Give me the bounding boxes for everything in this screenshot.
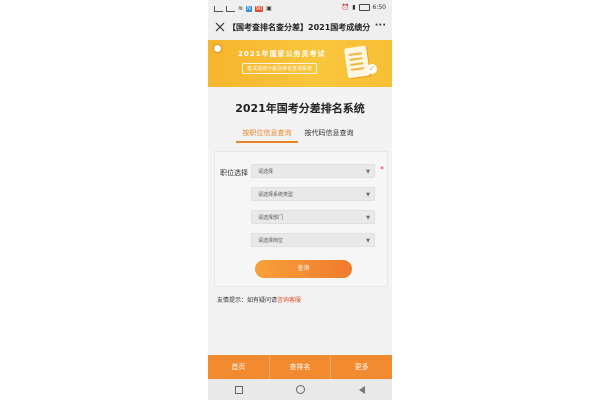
page-title: 2021年国考分差排名系统 — [235, 102, 365, 115]
app-badge-90: 90 — [254, 5, 264, 12]
signal-icon — [214, 5, 223, 12]
alarm-icon: ⏰ — [341, 4, 350, 11]
signal-icon-2 — [226, 5, 235, 12]
back-icon[interactable] — [359, 385, 366, 394]
app-badge-n: N — [246, 5, 252, 12]
query-button[interactable]: 查询 — [255, 260, 352, 278]
select-post[interactable]: 请选择岗位 ▼ — [251, 233, 375, 247]
select-system-type[interactable]: 请选择系统类型 ▼ — [251, 187, 375, 201]
bottom-tab-rank[interactable]: 查排名 — [270, 355, 332, 379]
recent-apps-icon[interactable] — [234, 385, 243, 394]
select-value: 请选择系统类型 — [258, 192, 294, 198]
select-default[interactable]: 请选择 ▼ — [251, 164, 375, 178]
document-icon — [344, 45, 370, 79]
close-icon[interactable] — [214, 21, 226, 33]
caret-down-icon: ▼ — [366, 192, 370, 198]
query-form: 职位选择 请选择 ▼ * 请选择系统类型 ▼ 请选择部门 ▼ 请选择岗位 ▼ 查… — [214, 151, 388, 287]
select-value: 请选择部门 — [258, 215, 284, 221]
status-bar: ≋ N 90 ▣ ⏰ ▮ 6:50 — [208, 0, 392, 16]
wifi-icon: ≋ — [238, 5, 244, 12]
tip-text: 友情提示：如有疑问请咨询客服 — [217, 295, 301, 304]
status-left: ≋ N 90 ▣ — [214, 5, 272, 12]
battery-icon — [358, 4, 370, 11]
phone-screen: ≋ N 90 ▣ ⏰ ▮ 6:50 【国考查排名查分差】2021国考成绩分...… — [208, 0, 392, 400]
signal-strength-icon: ▮ — [352, 4, 356, 11]
tab-code-info[interactable]: 按代码信息查询 — [300, 127, 358, 141]
check-icon: ✓ — [367, 64, 377, 74]
logo-icon — [213, 44, 222, 53]
field-label-position: 职位选择 — [220, 169, 248, 177]
select-value: 请选择 — [258, 169, 274, 175]
banner-subheadline: 笔试成绩分差及排名查询系统 — [242, 63, 318, 74]
system-nav-bar — [208, 379, 392, 400]
required-mark: * — [380, 165, 384, 174]
home-icon[interactable] — [296, 385, 306, 394]
select-value: 请选择岗位 — [258, 238, 284, 244]
nav-title: 【国考查排名查分差】2021国考成绩分... — [228, 23, 370, 32]
select-department[interactable]: 请选择部门 ▼ — [251, 210, 375, 224]
bottom-tab-more[interactable]: 更多 — [331, 355, 392, 379]
banner: 2021年国家公务员考试 笔试成绩分差及排名查询系统 ✓ — [208, 40, 392, 87]
tip-prefix: 友情提示：如有疑问请 — [217, 297, 278, 304]
bottom-tab-home[interactable]: 首页 — [208, 355, 270, 379]
caret-down-icon: ▼ — [366, 215, 370, 221]
status-time: 6:50 — [372, 4, 386, 11]
tab-position-info[interactable]: 按职位信息查询 — [236, 127, 298, 143]
bottom-tab-bar: 首页 查排名 更多 — [208, 355, 392, 379]
banner-headline: 2021年国家公务员考试 — [238, 50, 326, 58]
caret-down-icon: ▼ — [366, 169, 370, 175]
customer-service-link[interactable]: 咨询客服 — [277, 297, 301, 304]
main-content: 2021年国考分差排名系统 按职位信息查询 按代码信息查询 职位选择 请选择 ▼… — [208, 87, 392, 355]
banner-logo — [213, 44, 224, 53]
caret-down-icon: ▼ — [366, 238, 370, 244]
status-right: ⏰ ▮ 6:50 — [342, 4, 386, 11]
nav-bar: 【国考查排名查分差】2021国考成绩分... ··· — [208, 16, 392, 41]
more-icon[interactable]: ··· — [375, 21, 386, 31]
app-icon: ▣ — [266, 5, 272, 12]
